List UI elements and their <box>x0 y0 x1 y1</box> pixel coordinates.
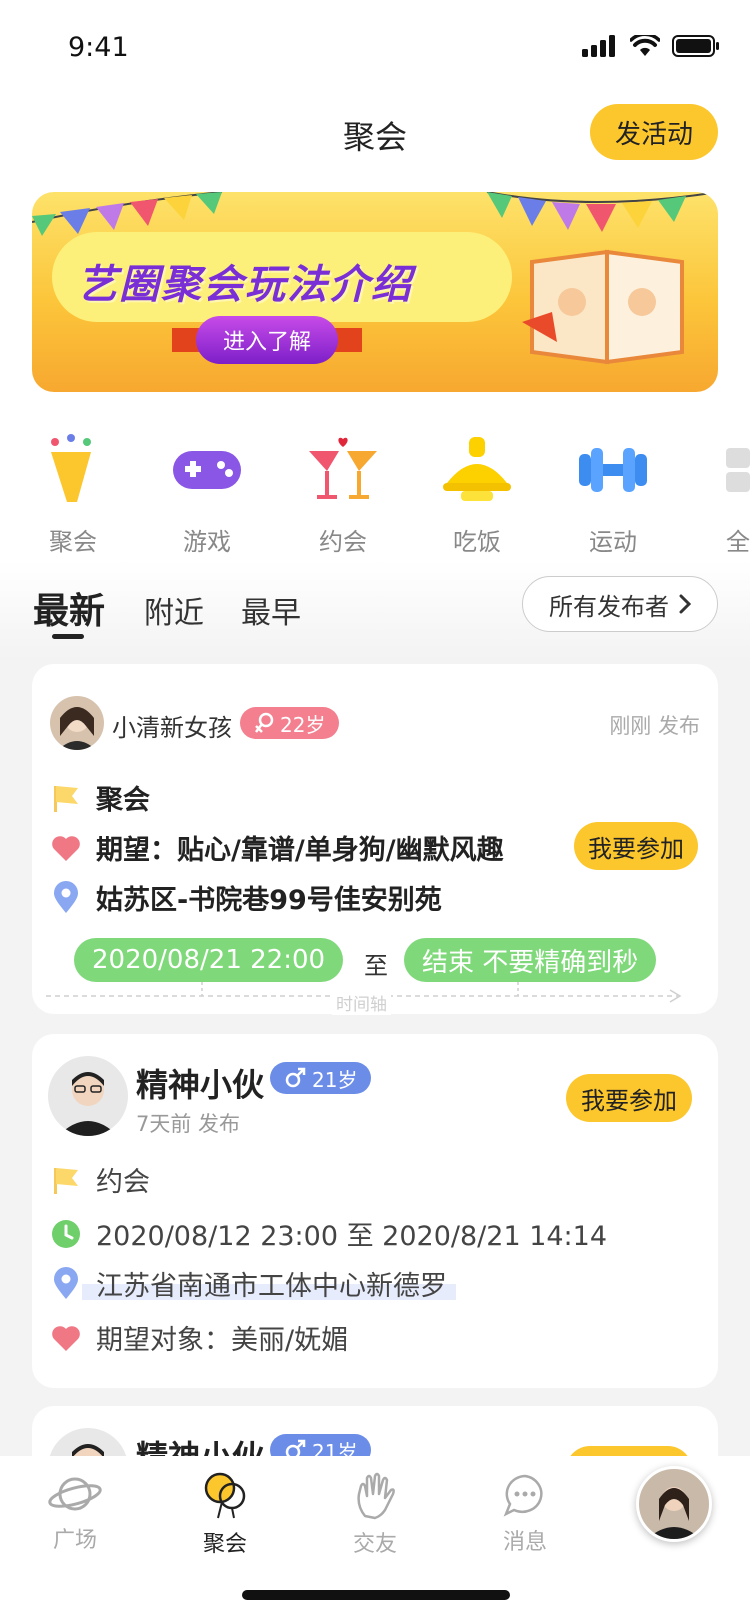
chat-bubble-icon <box>503 1474 543 1517</box>
party-popper-icon <box>33 430 113 510</box>
gender-age-badge: 21岁 <box>270 1062 372 1094</box>
start-time-pill: 2020/08/21 22:00 <box>74 938 344 982</box>
signal-icon <box>582 35 615 57</box>
tab-newest[interactable]: 最新 <box>33 582 105 634</box>
grid-icon <box>690 430 750 510</box>
battery-icon <box>672 35 719 57</box>
category-all[interactable]: 全 <box>690 430 750 557</box>
wave-hand-icon <box>357 1472 395 1520</box>
location-text: 江苏省南通市工体中心新德罗 <box>96 1271 447 1302</box>
end-time-pill: 结束 不要精确到秒 <box>404 938 657 982</box>
heart-icon <box>52 1325 80 1351</box>
dumbbell-icon <box>573 430 653 510</box>
planet-icon <box>48 1477 102 1511</box>
category-party[interactable]: 聚会 <box>18 430 128 557</box>
expectation-text: 期望：贴心/靠谱/单身狗/幽默风趣 <box>96 835 504 866</box>
age-text: 22岁 <box>280 712 326 737</box>
tabbar-label: 聚会 <box>202 1532 247 1557</box>
tabbar-label: 广场 <box>52 1528 97 1553</box>
expectation-text: 期望对象：美丽/妩媚 <box>96 1325 349 1356</box>
tabbar-item-party[interactable]: 聚会 <box>180 1472 270 1558</box>
avatar[interactable] <box>50 696 104 750</box>
expectation-row: 期望：贴心/靠谱/单身狗/幽默风趣 <box>50 828 504 867</box>
location-row: 江苏省南通市工体中心新德罗 <box>50 1264 447 1303</box>
banner-learn-more-button[interactable]: 进入了解 <box>196 316 338 364</box>
wifi-icon <box>630 35 660 56</box>
tabbar-label: 交友 <box>352 1532 397 1557</box>
post-time: 刚刚 发布 <box>609 714 700 738</box>
event-type: 约会 <box>96 1167 150 1198</box>
female-icon <box>255 712 274 733</box>
category-label: 吃饭 <box>453 528 501 556</box>
tab-nearby[interactable]: 附近 <box>144 588 204 632</box>
banner-headline: 艺圈聚会玩法介绍 <box>77 262 413 308</box>
category-date[interactable]: 约会 <box>288 430 398 557</box>
category-sport[interactable]: 运动 <box>558 430 668 557</box>
category-label: 约会 <box>319 528 367 556</box>
tab-earliest[interactable]: 最早 <box>241 588 301 632</box>
category-game[interactable]: 游戏 <box>152 430 262 557</box>
profile-avatar[interactable] <box>636 1466 712 1542</box>
tabbar-item-messages[interactable]: 消息 <box>480 1472 570 1556</box>
publisher-filter-button[interactable]: 所有发布者 <box>522 576 718 632</box>
cocktail-icon <box>303 430 383 510</box>
home-indicator <box>242 1590 510 1600</box>
avatar[interactable] <box>48 1056 128 1136</box>
join-button[interactable]: 我要参加 <box>566 1074 692 1122</box>
location-text: 姑苏区-书院巷99号佳安别苑 <box>96 885 442 916</box>
time-text: 2020/08/12 23:00 至 2020/8/21 14:14 <box>96 1221 608 1252</box>
join-button[interactable]: 我要参加 <box>574 822 698 870</box>
filter-label: 所有发布者 <box>549 592 669 621</box>
food-cloche-icon <box>437 430 517 510</box>
location-pin-icon <box>54 880 78 913</box>
intro-banner[interactable]: 艺圈聚会玩法介绍 进入了解 <box>32 192 718 392</box>
author-name: 精神小伙 <box>136 1066 265 1104</box>
status-icons <box>582 34 720 58</box>
chevron-right-icon <box>679 594 691 614</box>
category-label: 全 <box>726 528 750 556</box>
expectation-row: 期望对象：美丽/妩媚 <box>50 1318 348 1357</box>
category-label: 聚会 <box>49 528 97 556</box>
event-type: 聚会 <box>96 785 150 816</box>
event-card[interactable]: 小清新女孩 22岁 刚刚 发布 聚会 期望：贴心/靠谱/单身狗/幽默风趣 我要参… <box>32 664 718 1015</box>
location-row: 姑苏区-书院巷99号佳安别苑 <box>50 878 442 917</box>
age-text: 21岁 <box>312 1067 358 1092</box>
author-name: 小清新女孩 <box>112 714 232 742</box>
category-label: 运动 <box>589 528 637 556</box>
heart-icon <box>52 835 80 861</box>
open-book-illustration <box>522 249 684 365</box>
event-type-row: 聚会 <box>50 778 150 817</box>
location-pin-icon <box>54 1266 78 1299</box>
flag-icon <box>54 1167 78 1194</box>
balloons-icon <box>204 1472 246 1519</box>
tabbar-item-friends[interactable]: 交友 <box>330 1472 420 1558</box>
male-icon <box>285 1067 306 1088</box>
gamepad-icon <box>167 430 247 510</box>
to-label: 至 <box>364 952 388 980</box>
gender-age-badge: 22岁 <box>240 707 340 739</box>
post-time: 7天前 发布 <box>136 1112 241 1136</box>
time-row: 2020/08/12 23:00 至 2020/8/21 14:14 <box>50 1214 607 1253</box>
event-card[interactable]: 精神小伙 21岁 7天前 发布 我要参加 约会 2020/08/12 23:00… <box>32 1034 718 1388</box>
tabbar-label: 消息 <box>502 1530 547 1555</box>
tabbar-item-plaza[interactable]: 广场 <box>30 1472 120 1554</box>
category-food[interactable]: 吃饭 <box>422 430 532 557</box>
category-label: 游戏 <box>183 528 231 556</box>
post-activity-button[interactable]: 发活动 <box>590 104 718 160</box>
status-time: 9:41 <box>68 32 129 63</box>
timeline-label: 时间轴 <box>332 990 391 1015</box>
event-type-row: 约会 <box>50 1160 150 1199</box>
tab-active-indicator <box>52 634 84 639</box>
flag-icon <box>54 785 78 812</box>
clock-icon <box>52 1219 80 1248</box>
